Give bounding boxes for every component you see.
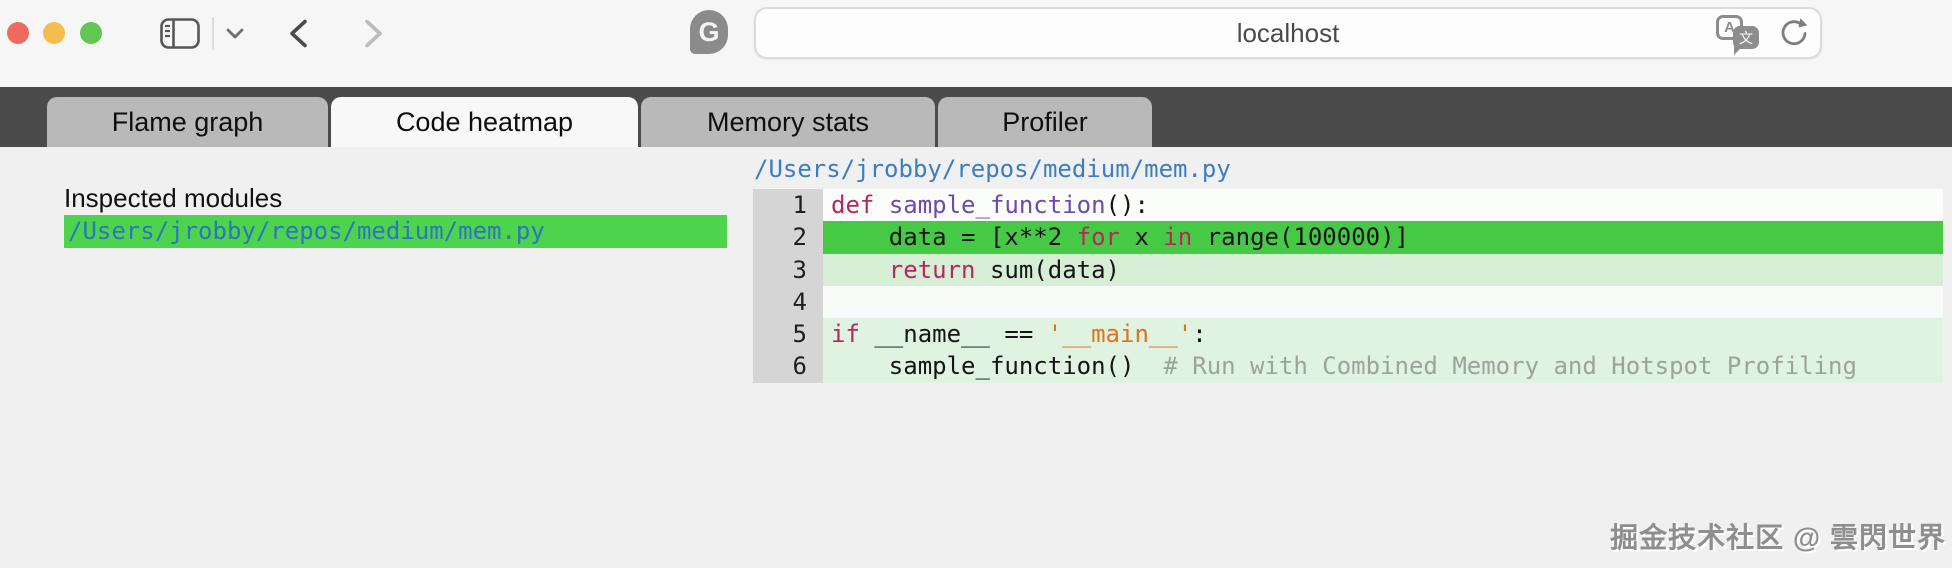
code-line: 2 data = [x**2 for x in range(100000)] [753,221,1943,253]
address-bar-url: localhost [1237,18,1340,49]
tab-profiler[interactable]: Profiler [938,97,1152,147]
tab-memory-stats[interactable]: Memory stats [641,97,935,147]
module-list-item[interactable]: /Users/jrobby/repos/medium/mem.py [64,215,727,248]
line-number: 2 [753,221,823,253]
forward-button[interactable] [362,19,384,48]
minimize-window-button[interactable] [43,22,65,44]
translate-icon[interactable]: A 文 [1716,14,1768,52]
tab-flame-graph[interactable]: Flame graph [47,97,328,147]
translate-x-bubble: 文 [1733,26,1759,49]
code-line-text: return sum(data) [823,254,1943,286]
code-line-text [823,286,1943,318]
line-number: 6 [753,350,823,382]
grammarly-extension-icon[interactable]: G [690,10,728,54]
code-line-text: data = [x**2 for x in range(100000)] [823,221,1943,253]
line-number: 4 [753,286,823,318]
line-number: 3 [753,254,823,286]
watermark-text: 掘金技术社区 @ 雲閃世界 [1610,516,1946,556]
browser-toolbar: G localhost A 文 [0,0,1952,87]
tab-code-heatmap[interactable]: Code heatmap [331,97,638,147]
code-line: 5if __name__ == '__main__': [753,318,1943,350]
code-line: 1def sample_function(): [753,189,1943,221]
module-list: /Users/jrobby/repos/medium/mem.py [64,215,727,248]
address-bar[interactable]: localhost A 文 [754,7,1822,59]
line-number: 5 [753,318,823,350]
toolbar-divider [212,17,214,50]
grammarly-letter: G [698,17,719,48]
code-line: 6 sample_function() # Run with Combined … [753,350,1943,382]
code-line-text: sample_function() # Run with Combined Me… [823,350,1943,382]
close-window-button[interactable] [7,22,29,44]
inspected-modules-heading: Inspected modules [64,183,282,214]
line-number: 1 [753,189,823,221]
tab-bar: Flame graphCode heatmapMemory statsProfi… [0,87,1952,147]
code-line-text: if __name__ == '__main__': [823,318,1943,350]
code-file-path: /Users/jrobby/repos/medium/mem.py [754,155,1231,183]
chevron-down-icon[interactable] [226,28,244,40]
code-line: 3 return sum(data) [753,254,1943,286]
sidebar-toggle-icon[interactable] [160,18,200,49]
zoom-window-button[interactable] [80,22,102,44]
code-block: 1def sample_function():2 data = [x**2 fo… [753,189,1943,383]
reload-button[interactable] [1778,17,1810,49]
code-line-text: def sample_function(): [823,189,1943,221]
code-line: 4 [753,286,1943,318]
back-button[interactable] [288,19,310,48]
